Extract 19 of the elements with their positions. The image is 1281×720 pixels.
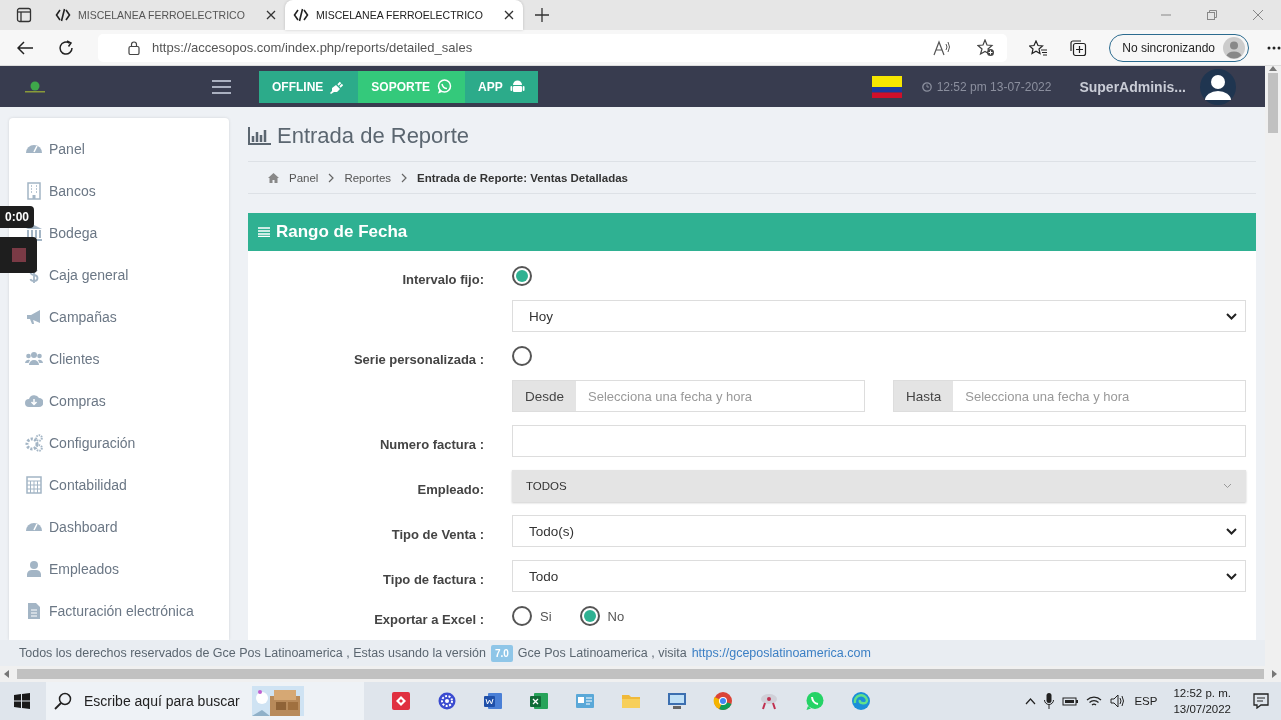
page-title: Entrada de Reporte: [277, 122, 470, 149]
field-label: Tipo de Venta :: [391, 526, 484, 542]
field-label: Numero factura :: [379, 436, 484, 452]
field-label: Tipo de factura :: [383, 571, 484, 587]
footer-text: Gce Pos Latinoamerica , visita: [517, 646, 687, 660]
field-label: Intervalo fijo:: [402, 271, 484, 287]
header-clock: 12:52 pm 13-07-2022: [936, 79, 1052, 94]
option-label: No: [607, 608, 625, 624]
breadcrumb-item: Entrada de Reporte: Ventas Detalladas: [417, 171, 628, 184]
field-label: Empleado:: [417, 481, 484, 497]
field-label: Exportar a Excel :: [374, 611, 484, 627]
field-addon: Desde: [513, 381, 577, 411]
footer-text: Todos los derechos reservados de Gce Pos Latinoamerica , Estas usando la versión: [19, 646, 486, 660]
field-addon: Hasta: [894, 381, 954, 411]
timer-toast: 0:00: [0, 206, 35, 228]
panel-header: Rango de Fecha: [248, 213, 1256, 251]
version-badge: 7.0: [490, 644, 513, 662]
option-label: Si: [540, 608, 552, 624]
field-label: Serie personalizada :: [353, 351, 484, 367]
